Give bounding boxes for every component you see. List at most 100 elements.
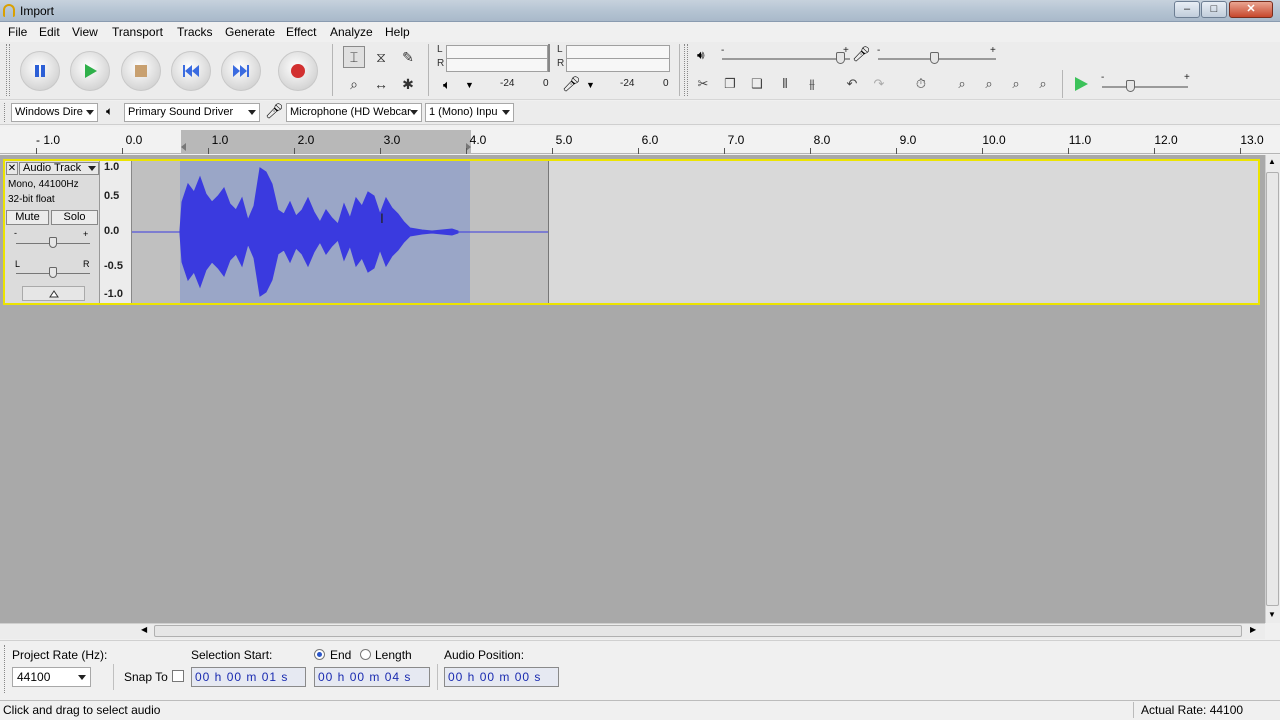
meter-rec-right-label: R xyxy=(557,58,565,69)
ruler-label: 8.0 xyxy=(813,133,831,147)
maximize-button[interactable]: □ xyxy=(1201,1,1227,18)
menu-tracks[interactable]: Tracks xyxy=(177,25,213,39)
menu-generate[interactable]: Generate xyxy=(225,25,275,39)
track-bit-depth-info: 32-bit float xyxy=(8,194,55,205)
chevron-down-icon[interactable]: ▼ xyxy=(465,80,474,90)
menu-effect[interactable]: Effect xyxy=(286,25,316,39)
play-button[interactable] xyxy=(70,51,110,91)
scroll-left-icon[interactable]: ◀ xyxy=(141,625,147,634)
record-volume-thumb[interactable] xyxy=(930,52,939,64)
selection-start-marker[interactable] xyxy=(181,143,186,151)
fit-project-button[interactable]: ⌕ xyxy=(1031,72,1055,96)
fit-selection-icon: ⌕ xyxy=(1012,76,1020,91)
speaker-icon[interactable]: 🔈︎ xyxy=(443,77,451,93)
scroll-right-icon[interactable]: ▶ xyxy=(1250,625,1256,634)
play-icon xyxy=(1075,77,1088,91)
skip-to-end-button[interactable] xyxy=(221,51,261,91)
chevron-down-icon xyxy=(78,675,86,680)
solo-button[interactable]: Solo xyxy=(51,210,98,225)
pan-slider-thumb[interactable] xyxy=(49,267,57,278)
play-speed-thumb[interactable] xyxy=(1126,80,1135,92)
chevron-down-icon[interactable]: ▼ xyxy=(586,80,595,90)
fit-selection-button[interactable]: ⌕ xyxy=(1004,72,1028,96)
status-message: Click and drag to select audio xyxy=(3,703,161,717)
microphone-icon[interactable]: 🎤︎ xyxy=(562,75,581,93)
copy-button[interactable]: ❐ xyxy=(718,72,742,96)
minimize-button[interactable]: – xyxy=(1174,1,1200,18)
project-rate-select[interactable]: 44100 xyxy=(12,667,91,687)
skip-to-start-button[interactable] xyxy=(171,51,211,91)
redo-button[interactable]: ↷ xyxy=(867,72,891,96)
time-shift-tool[interactable]: ↔ xyxy=(370,73,392,95)
audio-position-field[interactable]: 00 h 00 m 00 s xyxy=(444,667,559,687)
menu-analyze[interactable]: Analyze xyxy=(330,25,373,39)
track-empty-area[interactable] xyxy=(548,161,1258,303)
ruler-label: 0.0 xyxy=(125,133,143,147)
track-name: Audio Track xyxy=(23,162,82,174)
length-radio[interactable] xyxy=(360,649,371,660)
redo-icon: ↷ xyxy=(873,76,885,91)
chevron-down-icon xyxy=(88,166,96,171)
scroll-down-icon[interactable]: ▼ xyxy=(1268,610,1276,619)
scroll-up-icon[interactable]: ▲ xyxy=(1268,157,1276,166)
toolbar-grip[interactable] xyxy=(6,44,10,96)
sync-lock-button[interactable]: ⏱ xyxy=(909,72,933,96)
playback-volume-slider[interactable] xyxy=(722,58,850,60)
zoom-tool[interactable]: ⌕ xyxy=(343,73,365,95)
silence-button[interactable]: ⫵ xyxy=(800,72,824,96)
toolbar-grip[interactable] xyxy=(684,44,688,96)
ruler-label: - 1.0 xyxy=(35,133,61,147)
recording-device-select[interactable]: Microphone (HD Webcar xyxy=(286,103,422,122)
ruler-tick xyxy=(982,148,983,154)
paste-icon: ❑ xyxy=(751,76,763,91)
collapse-track-button[interactable] xyxy=(22,286,85,301)
trim-button[interactable]: ⫴ xyxy=(773,72,797,96)
gain-slider-thumb[interactable] xyxy=(49,237,57,248)
record-meter-left xyxy=(566,45,670,59)
menu-help[interactable]: Help xyxy=(385,25,410,39)
cut-button[interactable]: ✂ xyxy=(691,72,715,96)
zoom-out-icon: ⌕ xyxy=(985,76,993,91)
mute-button[interactable]: Mute xyxy=(6,210,49,225)
end-radio[interactable] xyxy=(314,649,325,660)
toolbar-grip[interactable] xyxy=(4,103,7,122)
menu-transport[interactable]: Transport xyxy=(112,25,163,39)
envelope-tool[interactable]: ⧖ xyxy=(370,46,392,68)
zoom-in-button[interactable]: ⌕ xyxy=(950,72,974,96)
play-speed-slider[interactable] xyxy=(1102,86,1188,88)
selection-end-field[interactable]: 00 h 00 m 04 s xyxy=(314,667,430,687)
multi-tool[interactable]: ✱ xyxy=(397,73,419,95)
vertical-scroll-thumb[interactable] xyxy=(1266,172,1279,606)
close-button[interactable]: ✕ xyxy=(1229,1,1273,18)
record-button[interactable] xyxy=(278,51,318,91)
playback-device-select[interactable]: Primary Sound Driver xyxy=(124,103,260,122)
ruler-label: 5.0 xyxy=(555,133,573,147)
menu-file[interactable]: File xyxy=(8,25,27,39)
recording-channels-select[interactable]: 1 (Mono) Inpu xyxy=(425,103,514,122)
amplitude-label: 1.0 xyxy=(104,161,120,173)
track-name-menu[interactable]: Audio Track xyxy=(19,162,99,175)
track-close-button[interactable]: ✕ xyxy=(6,162,18,175)
paste-button[interactable]: ❑ xyxy=(745,72,769,96)
undo-button[interactable]: ↶ xyxy=(840,72,864,96)
draw-tool[interactable]: ✎ xyxy=(397,46,419,68)
ruler-tick xyxy=(208,148,209,154)
toolbar-grip[interactable] xyxy=(4,645,7,693)
zoom-out-button[interactable]: ⌕ xyxy=(977,72,1001,96)
horizontal-scroll-thumb[interactable] xyxy=(154,625,1242,637)
stop-button[interactable] xyxy=(121,51,161,91)
selection-start-field[interactable]: 00 h 00 m 01 s xyxy=(191,667,306,687)
audio-host-select[interactable]: Windows Dire xyxy=(11,103,98,122)
play-at-speed-button[interactable] xyxy=(1072,75,1090,96)
snap-to-checkbox[interactable] xyxy=(172,670,184,682)
pause-button[interactable] xyxy=(20,51,60,91)
microphone-icon: 🎤︎ xyxy=(852,46,872,63)
selection-tool[interactable]: ⌶ xyxy=(343,46,365,68)
menu-view[interactable]: View xyxy=(72,25,98,39)
waveform xyxy=(132,167,548,297)
chevron-down-icon xyxy=(410,110,418,115)
meter-play-left-label: L xyxy=(437,44,443,55)
ruler-label: 12.0 xyxy=(1154,133,1178,147)
menu-edit[interactable]: Edit xyxy=(39,25,60,39)
magnifier-icon: ⌕ xyxy=(350,75,358,92)
